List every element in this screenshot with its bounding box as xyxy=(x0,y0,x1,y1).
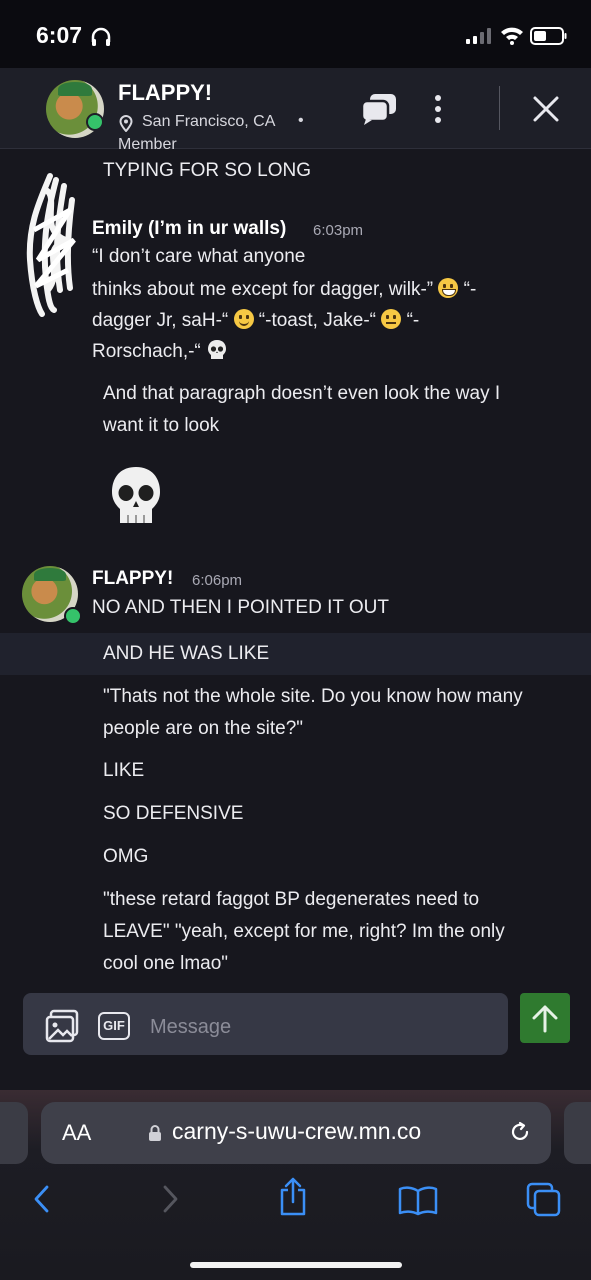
message-time: 6:03pm xyxy=(313,222,364,239)
header-separator: • xyxy=(298,112,304,129)
highlighted-message-row xyxy=(0,633,591,675)
next-tab-preview[interactable] xyxy=(564,1102,591,1164)
scribbled-avatar xyxy=(26,173,76,317)
message-line: “I don’t care what anyone xyxy=(92,246,306,267)
location-pin-icon xyxy=(119,115,133,132)
message-line: people are on the site?" xyxy=(103,718,304,739)
neutral-face-emoji xyxy=(381,309,402,329)
message-fragment: “-toast, Jake-“ xyxy=(258,310,376,331)
message-line: cool one lmao" xyxy=(103,953,229,974)
close-icon[interactable] xyxy=(532,95,560,123)
back-icon[interactable] xyxy=(30,1182,54,1216)
message-line: OMG xyxy=(103,846,149,867)
arrow-up-icon xyxy=(532,1005,558,1033)
message-line: NO AND THEN I POINTED IT OUT xyxy=(92,597,389,618)
send-button[interactable] xyxy=(520,993,570,1043)
message-time: 6:06pm xyxy=(192,572,243,589)
previous-tab-preview[interactable] xyxy=(0,1102,28,1164)
message-sender[interactable]: Emily (I’m in ur walls) xyxy=(92,218,286,240)
message-line: TYPING FOR SO LONG xyxy=(103,160,311,181)
message-line: dagger Jr, saH-“ “-toast, Jake-“ “- xyxy=(92,305,419,337)
image-upload-icon[interactable] xyxy=(45,1009,79,1043)
gif-button[interactable]: GIF xyxy=(98,1012,130,1040)
header-location: San Francisco, CA xyxy=(142,113,276,130)
message-line: LIKE xyxy=(103,760,145,781)
message-line: AND HE WAS LIKE xyxy=(103,643,270,664)
avatar-hat-decoration xyxy=(34,568,66,581)
tabs-icon[interactable] xyxy=(526,1182,562,1218)
message-line: SO DEFENSIVE xyxy=(103,803,244,824)
status-time: 6:07 xyxy=(36,22,83,48)
header-role: Member xyxy=(118,136,177,153)
bookmarks-icon[interactable] xyxy=(398,1186,438,1216)
grinning-face-emoji xyxy=(438,278,459,298)
message-fragment: Rorschach,-“ xyxy=(92,341,201,362)
message-fragment: thinks about me except for dagger, wilk-… xyxy=(92,279,434,300)
slightly-smiling-face-emoji xyxy=(233,309,254,329)
signal-icon xyxy=(466,28,491,44)
share-icon[interactable] xyxy=(277,1176,309,1218)
message-line: And that paragraph doesn’t even look the… xyxy=(103,383,501,404)
reload-icon[interactable] xyxy=(508,1120,532,1144)
wifi-icon xyxy=(501,27,523,45)
chat-bubbles-icon[interactable] xyxy=(360,92,398,126)
large-skull-emoji xyxy=(112,467,160,523)
message-input[interactable] xyxy=(148,1008,492,1046)
header-divider xyxy=(499,86,500,130)
message-line: "these retard faggot BP degenerates need… xyxy=(103,889,480,910)
text-size-button[interactable]: AA xyxy=(62,1120,91,1146)
message-fragment: “- xyxy=(463,279,477,300)
online-status-dot xyxy=(86,113,104,131)
battery-icon xyxy=(530,27,567,45)
message-line: "Thats not the whole site. Do you know h… xyxy=(103,686,523,707)
message-line: LEAVE" "yeah, except for me, right? Im t… xyxy=(103,921,505,942)
forward-icon[interactable] xyxy=(158,1182,182,1216)
more-options-icon[interactable] xyxy=(433,94,443,124)
message-line: Rorschach,-“ xyxy=(92,336,228,368)
home-indicator xyxy=(190,1262,402,1268)
message-fragment: “- xyxy=(406,310,420,331)
skull-emoji xyxy=(208,340,227,359)
header-name[interactable]: FLAPPY! xyxy=(118,80,212,106)
headphone-icon xyxy=(91,27,111,46)
message-sender[interactable]: FLAPPY! xyxy=(92,568,173,590)
lock-icon xyxy=(149,1125,161,1141)
message-fragment: dagger Jr, saH-“ xyxy=(92,310,229,331)
avatar-hat-decoration xyxy=(58,82,92,96)
message-line: want it to look xyxy=(103,415,220,436)
online-status-dot xyxy=(64,607,82,625)
url-text[interactable]: carny-s-uwu-crew.mn.co xyxy=(172,1118,421,1145)
message-line: thinks about me except for dagger, wilk-… xyxy=(92,274,476,306)
